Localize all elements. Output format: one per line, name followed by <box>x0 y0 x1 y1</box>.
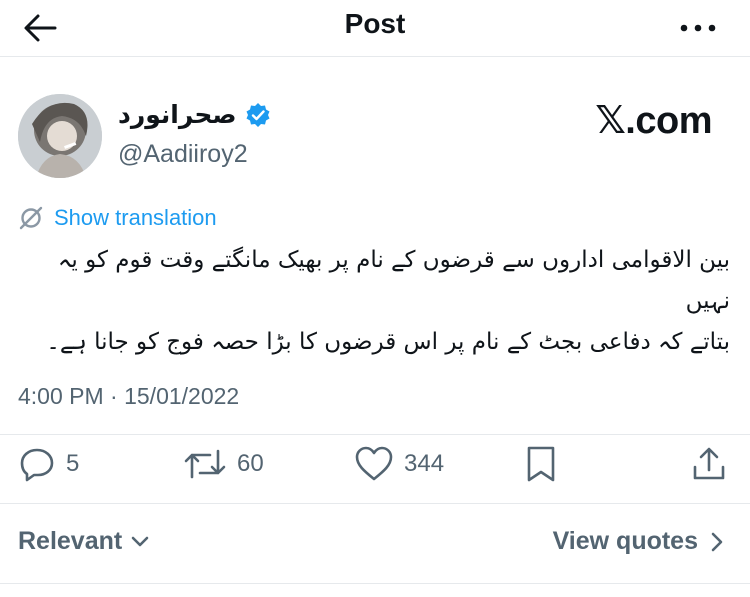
bottom-divider <box>0 583 750 584</box>
repost-button[interactable]: 60 <box>183 440 264 488</box>
header-divider <box>0 56 750 57</box>
more-horizontal-icon <box>680 24 716 32</box>
display-name[interactable]: صحرانورد <box>118 100 237 129</box>
share-button[interactable] <box>690 440 728 488</box>
post-header: Post <box>0 0 750 56</box>
avatar[interactable] <box>18 94 102 178</box>
translation-label: Show translation <box>54 205 217 230</box>
share-icon <box>693 447 725 480</box>
author-name-row: صحرانورد <box>118 100 271 129</box>
reply-button[interactable]: 5 <box>18 440 79 488</box>
tweet-text: بین الاقوامی اداروں سے قرضوں کے نام پر ب… <box>18 240 730 363</box>
reply-icon <box>20 448 54 482</box>
repost-count: 60 <box>237 450 264 477</box>
action-bar: 5 60 344 <box>0 440 750 490</box>
tweet-line: بین الاقوامی اداروں سے قرضوں کے نام پر ب… <box>57 247 730 314</box>
sort-label: Relevant <box>18 527 123 555</box>
heart-icon <box>355 446 393 481</box>
like-count: 344 <box>404 450 445 477</box>
chevron-right-icon <box>711 532 723 551</box>
meta-divider <box>0 434 750 435</box>
verified-badge-icon <box>246 102 270 127</box>
bookmark-button[interactable] <box>524 440 558 488</box>
more-options-button[interactable] <box>676 10 720 46</box>
repost-icon <box>184 449 226 479</box>
tweet-line: بتاتے کہ دفاعی بجٹ کے نام پر اس قرضوں کا… <box>46 329 730 355</box>
bookmark-icon <box>527 446 555 482</box>
author-handle[interactable]: @Aadiiroy2 <box>118 140 248 169</box>
view-quotes-link[interactable]: View quotes <box>553 527 724 556</box>
translate-off-icon <box>19 206 43 230</box>
xcom-watermark: 𝕏.com <box>595 100 712 142</box>
chevron-down-icon <box>131 536 149 546</box>
reply-count: 5 <box>66 450 80 477</box>
view-quotes-label: View quotes <box>552 527 698 555</box>
actions-divider <box>0 503 750 504</box>
like-button[interactable]: 344 <box>354 440 444 488</box>
post-timestamp[interactable]: 4:00 PM · 15/01/2022 <box>18 383 239 410</box>
sort-replies-dropdown[interactable]: Relevant <box>18 527 150 556</box>
show-translation-link[interactable]: Show translation <box>18 205 217 231</box>
avatar-image <box>18 94 102 178</box>
page-title: Post <box>344 8 406 39</box>
